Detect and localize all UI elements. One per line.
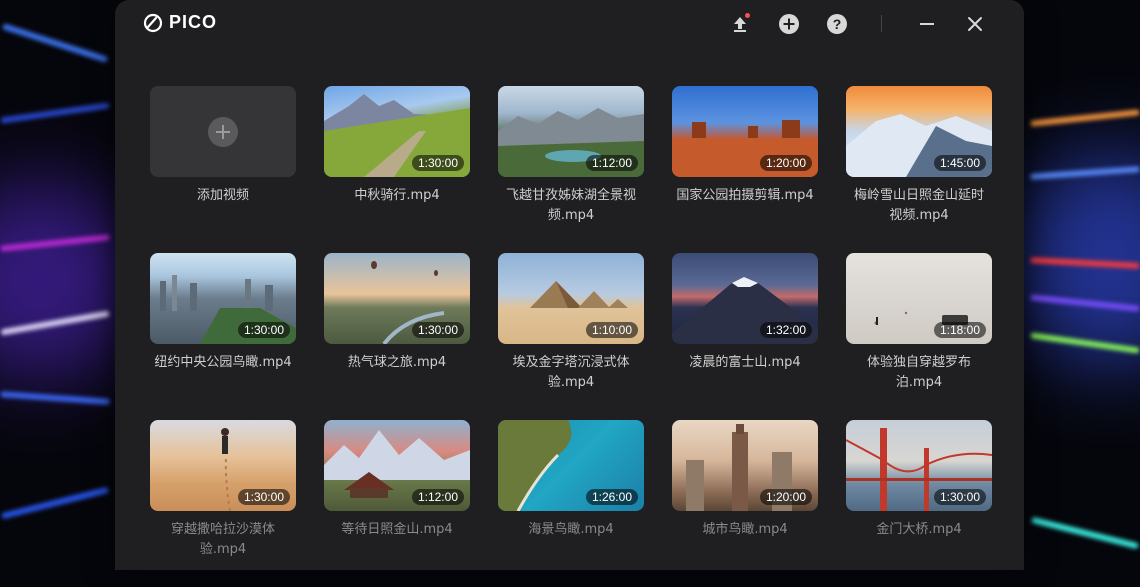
video-card[interactable]: 1:30:00 热气球之旅.mp4 — [324, 253, 470, 420]
video-thumbnail: 1:32:00 — [672, 253, 818, 344]
video-name: 中秋骑行.mp4 — [354, 188, 440, 203]
title-bar-divider — [881, 15, 882, 32]
video-duration: 1:30:00 — [237, 322, 290, 338]
pico-logo-icon — [143, 13, 163, 32]
video-duration: 1:45:00 — [933, 155, 986, 171]
app-logo: PICO — [143, 12, 217, 33]
minimize-icon — [920, 23, 934, 25]
help-button[interactable]: ? — [825, 12, 849, 36]
video-thumbnail: 1:12:00 — [324, 420, 470, 511]
video-duration: 1:30:00 — [411, 155, 464, 171]
video-card[interactable]: 1:12:00 等待日照金山.mp4 — [324, 420, 470, 587]
add-video-card[interactable]: 添加视频 — [150, 86, 296, 253]
video-thumbnail: 1:20:00 — [672, 86, 818, 177]
video-card[interactable]: 1:20:00 国家公园拍摄剪辑.mp4 — [672, 86, 818, 253]
video-name: 飞越甘孜姊妹湖全景视频.mp4 — [505, 188, 636, 223]
close-button[interactable] — [963, 12, 987, 36]
video-name: 国家公园拍摄剪辑.mp4 — [676, 188, 814, 203]
video-thumbnail: 1:30:00 — [150, 420, 296, 511]
video-duration: 1:30:00 — [933, 489, 986, 505]
video-card[interactable]: 1:18:00 体验独自穿越罗布泊.mp4 — [846, 253, 992, 420]
close-icon — [968, 17, 982, 31]
video-grid: 添加视频 1:30:00 中秋骑行.mp4 1:12:00 飞越甘孜姊妹湖全景视… — [150, 86, 992, 587]
help-icon: ? — [827, 14, 847, 34]
video-thumbnail: 1:30:00 — [150, 253, 296, 344]
video-library: 添加视频 1:30:00 中秋骑行.mp4 1:12:00 飞越甘孜姊妹湖全景视… — [150, 86, 992, 587]
video-card[interactable]: 1:26:00 海景鸟瞰.mp4 — [498, 420, 644, 587]
upload-button[interactable] — [728, 12, 752, 36]
video-duration: 1:26:00 — [585, 489, 638, 505]
video-thumbnail: 1:30:00 — [846, 420, 992, 511]
video-duration: 1:30:00 — [237, 489, 290, 505]
video-card[interactable]: 1:12:00 飞越甘孜姊妹湖全景视频.mp4 — [498, 86, 644, 253]
video-name: 梅岭雪山日照金山延时视频.mp4 — [853, 188, 984, 223]
video-card[interactable]: 1:10:00 埃及金字塔沉浸式体验.mp4 — [498, 253, 644, 420]
minimize-button[interactable] — [915, 12, 939, 36]
svg-text:?: ? — [833, 16, 842, 32]
add-video-thumb — [150, 86, 296, 177]
video-card[interactable]: 1:30:00 金门大桥.mp4 — [846, 420, 992, 587]
video-card[interactable]: 1:30:00 纽约中央公园鸟瞰.mp4 — [150, 253, 296, 420]
video-thumbnail: 1:10:00 — [498, 253, 644, 344]
video-thumbnail: 1:30:00 — [324, 86, 470, 177]
video-thumbnail: 1:30:00 — [324, 253, 470, 344]
video-name: 金门大桥.mp4 — [876, 522, 962, 537]
add-video-plus-icon — [208, 116, 238, 147]
video-card[interactable]: 1:30:00 穿越撒哈拉沙漠体验.mp4 — [150, 420, 296, 587]
video-thumbnail: 1:20:00 — [672, 420, 818, 511]
video-name: 凌晨的富士山.mp4 — [689, 355, 801, 370]
video-duration: 1:20:00 — [759, 155, 812, 171]
video-duration: 1:32:00 — [759, 322, 812, 338]
video-card[interactable]: 1:45:00 梅岭雪山日照金山延时视频.mp4 — [846, 86, 992, 253]
video-name: 体验独自穿越罗布泊.mp4 — [866, 355, 971, 390]
app-title: PICO — [169, 12, 218, 32]
video-duration: 1:20:00 — [759, 489, 812, 505]
video-duration: 1:18:00 — [933, 322, 986, 338]
title-bar: PICO ? — [115, 0, 1024, 50]
video-duration: 1:12:00 — [411, 489, 464, 505]
video-duration: 1:10:00 — [585, 322, 638, 338]
add-circle-icon — [779, 14, 799, 34]
video-name: 穿越撒哈拉沙漠体验.mp4 — [170, 522, 275, 557]
app-window: PICO ? 添加视频 1:30:00 中秋骑行.mp4 1:12:00 飞越甘… — [115, 0, 1024, 570]
video-duration: 1:12:00 — [585, 155, 638, 171]
video-card[interactable]: 1:20:00 城市鸟瞰.mp4 — [672, 420, 818, 587]
add-video-label: 添加视频 — [196, 188, 249, 203]
add-button[interactable] — [777, 12, 801, 36]
video-name: 城市鸟瞰.mp4 — [702, 522, 788, 537]
video-name: 等待日照金山.mp4 — [341, 522, 453, 537]
video-name: 热气球之旅.mp4 — [347, 355, 447, 370]
video-name: 纽约中央公园鸟瞰.mp4 — [154, 355, 292, 370]
video-thumbnail: 1:26:00 — [498, 420, 644, 511]
video-card[interactable]: 1:32:00 凌晨的富士山.mp4 — [672, 253, 818, 420]
video-name: 海景鸟瞰.mp4 — [528, 522, 614, 537]
notification-dot — [745, 13, 750, 18]
video-thumbnail: 1:45:00 — [846, 86, 992, 177]
video-thumbnail: 1:12:00 — [498, 86, 644, 177]
video-card[interactable]: 1:30:00 中秋骑行.mp4 — [324, 86, 470, 253]
video-thumbnail: 1:18:00 — [846, 253, 992, 344]
video-duration: 1:30:00 — [411, 322, 464, 338]
video-name: 埃及金字塔沉浸式体验.mp4 — [512, 355, 630, 390]
